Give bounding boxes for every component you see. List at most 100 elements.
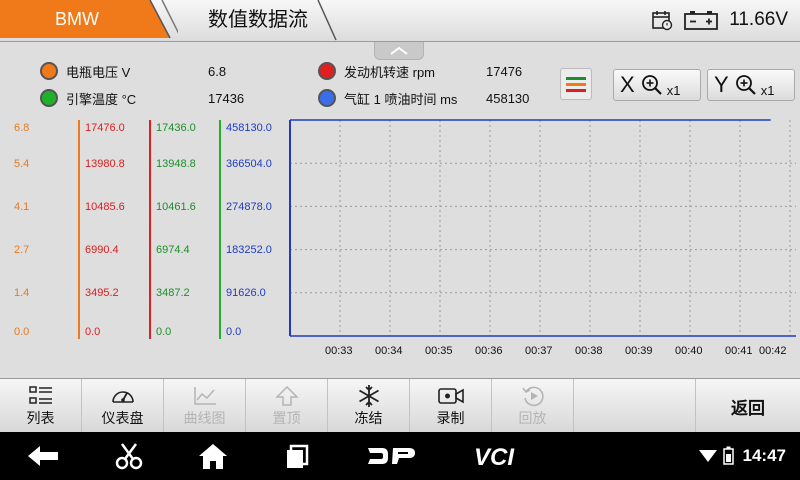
y-tick-battery: 2.7 (14, 244, 30, 256)
x-zoom-button[interactable]: X x1 (613, 69, 701, 101)
y-axis-bar-green (219, 120, 221, 339)
y-tick-temp: 13948.8 (156, 158, 196, 170)
gauge-icon (111, 391, 134, 403)
y-tick-temp: 3487.2 (156, 287, 190, 299)
zoom-in-icon (735, 75, 756, 95)
system-nav-bar: VCI 14:47 (0, 432, 800, 480)
app-window: BMW 数值数据流 11.66V 电瓶电压 V 6.8 引擎温度 °C 1743… (0, 0, 800, 480)
curve-label: 曲线图 (183, 410, 226, 426)
x-tick-label: 00:36 (475, 345, 503, 357)
list-button[interactable]: 列表 (0, 379, 82, 433)
y-tick-battery: 5.4 (14, 158, 30, 170)
menu-line-orange (566, 83, 586, 86)
back-button[interactable]: 返回 (696, 379, 800, 433)
brand-tab[interactable]: BMW (0, 0, 178, 42)
x-tick-label: 00:37 (525, 345, 553, 357)
legend-value-engine-rpm: 17476 (486, 59, 522, 83)
legend-value: 17436 (208, 90, 245, 106)
wifi-battery-status-icon (699, 446, 734, 465)
y-tick-rpm: 10485.6 (85, 201, 125, 213)
legend-item-battery-voltage[interactable]: 电瓶电压 V (40, 59, 130, 83)
x-tick-label: 00:40 (675, 345, 703, 357)
y-tick-rpm: 13980.8 (85, 158, 125, 170)
arrow-up-icon (274, 385, 299, 406)
series-menu-button[interactable] (560, 68, 592, 100)
line-chart[interactable] (288, 115, 798, 340)
legend-value: 17476 (486, 63, 523, 79)
legend-label: 引擎温度 °C (66, 91, 137, 107)
legend-dot-red (318, 62, 336, 80)
pin-top-button[interactable]: 置顶 (246, 379, 328, 433)
legend-item-engine-rpm[interactable]: 发动机转速 rpm (318, 59, 435, 83)
zoom-in-icon (641, 75, 662, 95)
legend-label: 电瓶电压 V (66, 64, 131, 80)
dashboard-button[interactable]: 仪表盘 (82, 379, 164, 433)
legend-value: 6.8 (208, 63, 227, 79)
curve-button[interactable]: 曲线图 (164, 379, 246, 433)
legend-value: 458130 (486, 90, 530, 106)
freeze-button[interactable]: 冻结 (328, 379, 410, 433)
y-axis-bar-orange (78, 120, 80, 339)
freeze-label: 冻结 (354, 410, 383, 426)
legend-label: 气缸 1 喷油时间 ms (344, 91, 458, 107)
x-tick-label: 00:41 (725, 345, 753, 357)
y-tick-temp: 0.0 (156, 326, 172, 338)
pin-top-label: 置顶 (272, 410, 301, 426)
legend-value-injection-time: 458130 (486, 86, 529, 110)
y-tick-injection: 458130.0 (226, 122, 272, 134)
scissors-icon[interactable] (114, 442, 144, 470)
y-tick-battery: 0.0 (14, 326, 30, 338)
header-bar: BMW 数值数据流 11.66V (0, 0, 800, 42)
collapse-button[interactable] (374, 42, 424, 60)
dashboard-label: 仪表盘 (101, 410, 144, 426)
legend-dot-green (40, 89, 58, 107)
chevron-up-icon (390, 46, 408, 55)
x-tick-label: 00:38 (575, 345, 603, 357)
record-label: 录制 (436, 410, 465, 426)
vci-logo-text: VCI (474, 444, 515, 470)
y-zoom-button[interactable]: Y x1 (707, 69, 795, 101)
y-tick-temp: 10461.6 (156, 201, 196, 213)
y-tick-battery: 1.4 (14, 287, 30, 299)
list-icon (28, 386, 52, 404)
playback-button[interactable]: 回放 (492, 379, 574, 433)
chart-line-icon (193, 387, 216, 405)
page-title: 数值数据流 (208, 9, 308, 31)
legend-dot-blue (318, 89, 336, 107)
back-arrow-icon[interactable] (26, 442, 60, 470)
calendar-icon[interactable] (651, 9, 673, 31)
y-tick-rpm: 0.0 (85, 326, 101, 338)
replay-icon (521, 386, 544, 407)
y-tick-injection: 183252.0 (226, 244, 272, 256)
y-tick-temp: 17436.0 (156, 122, 196, 134)
x-tick-label: 00:42 (759, 345, 787, 357)
y-tick-battery: 4.1 (14, 201, 30, 213)
x-zoom-level: x1 (666, 82, 681, 98)
y-tick-rpm: 17476.0 (85, 122, 125, 134)
legend-dot-orange (40, 62, 58, 80)
record-button[interactable]: 录制 (410, 379, 492, 433)
y-tick-injection: 366504.0 (226, 158, 272, 170)
y-axis-bar-red (149, 120, 151, 339)
y-tick-injection: 0.0 (226, 326, 242, 338)
legend-item-injection-time[interactable]: 气缸 1 喷油时间 ms (318, 86, 457, 110)
y-tick-injection: 274878.0 (226, 201, 272, 213)
vci-logo-icon[interactable]: VCI (472, 442, 528, 470)
legend-value-battery-voltage: 6.8 (208, 59, 226, 83)
playback-label: 回放 (518, 410, 547, 426)
title-tab-edge (317, 0, 337, 41)
legend-label: 发动机转速 rpm (344, 64, 436, 80)
menu-line-green (566, 77, 586, 80)
list-label: 列表 (26, 410, 55, 426)
snowflake-icon (358, 385, 379, 407)
status-area: 11.66V (651, 0, 788, 40)
home-icon[interactable] (198, 442, 228, 470)
y-tick-temp: 6974.4 (156, 244, 190, 256)
y-zoom-axis-label: Y (714, 72, 729, 97)
recent-apps-icon[interactable] (284, 442, 310, 470)
legend-item-engine-temp[interactable]: 引擎温度 °C (40, 86, 136, 110)
x-tick-label: 00:35 (425, 345, 453, 357)
video-camera-icon (437, 388, 464, 404)
dp-logo-icon[interactable] (366, 442, 418, 470)
battery-icon (684, 11, 719, 30)
